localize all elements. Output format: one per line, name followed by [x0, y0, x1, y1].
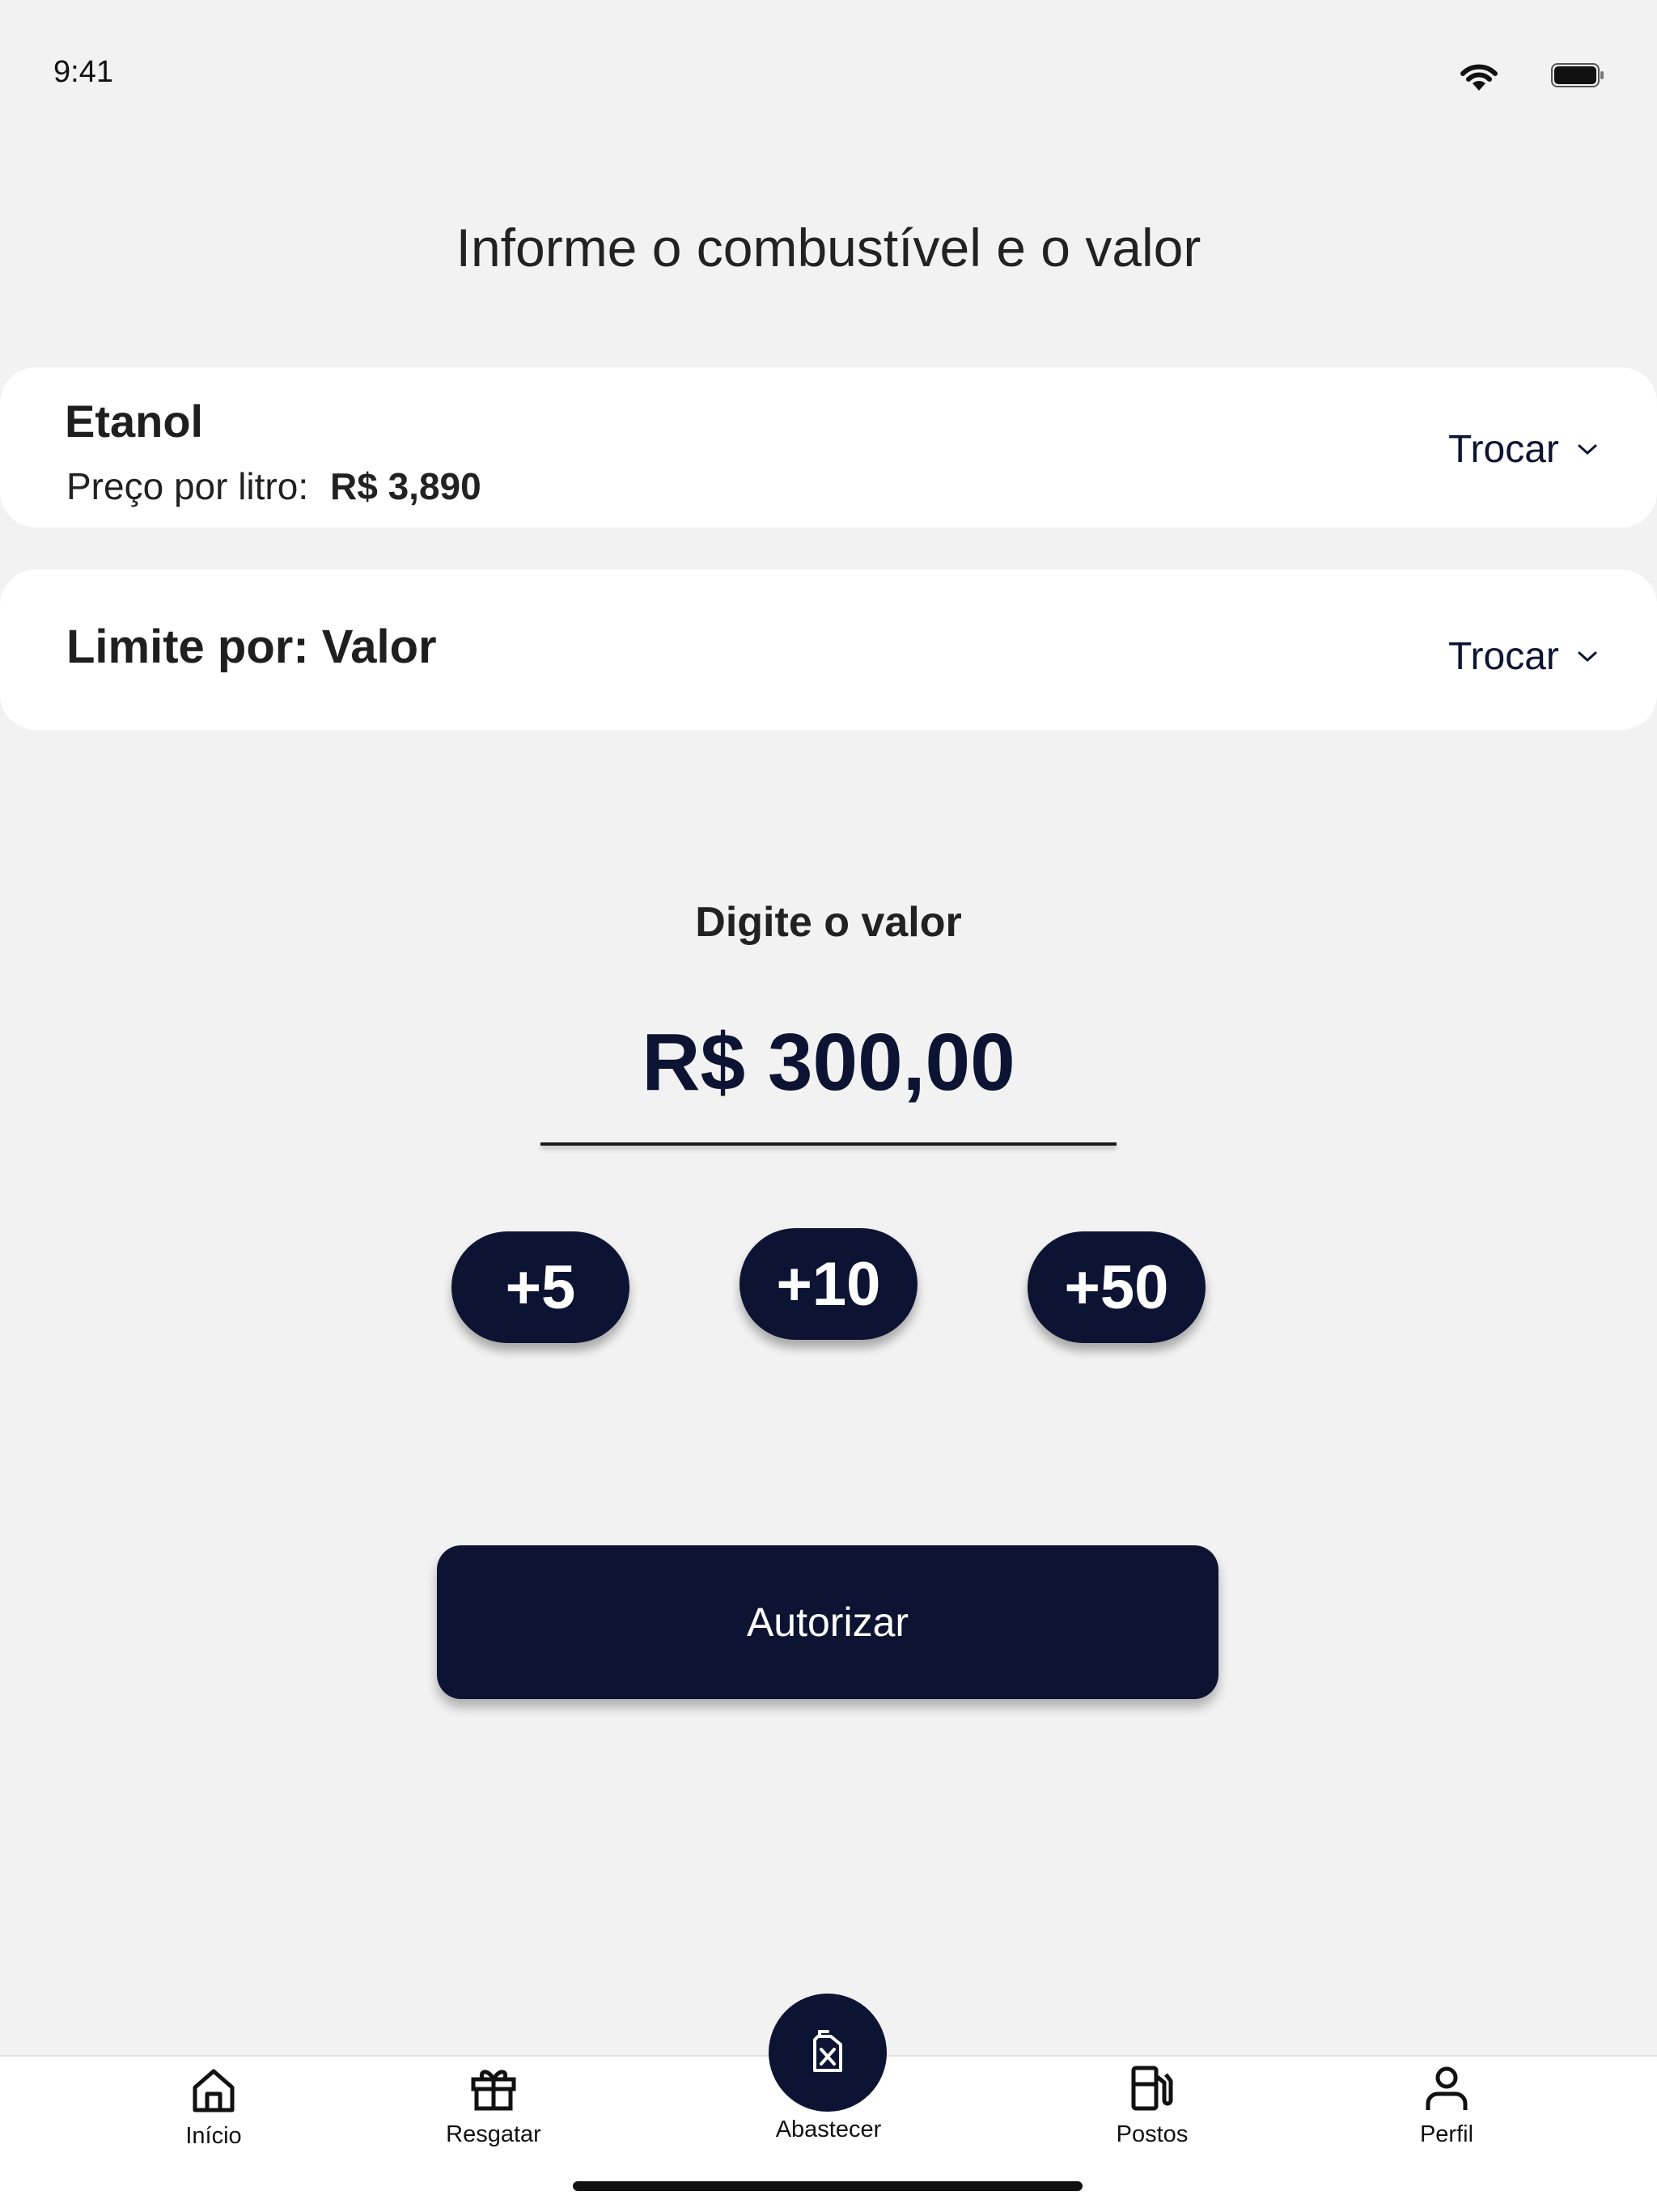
nav-label-resgatar: Resgatar: [446, 2121, 541, 2147]
amount-input[interactable]: R$ 300,00: [540, 1016, 1117, 1109]
price-per-liter-value: R$ 3,890: [330, 465, 481, 507]
battery-icon: [1551, 63, 1604, 87]
add-5-button[interactable]: +5: [451, 1231, 629, 1343]
add-50-button[interactable]: +50: [1028, 1231, 1206, 1343]
nav-item-perfil[interactable]: Perfil: [1366, 2063, 1528, 2148]
authorize-button[interactable]: Autorizar: [437, 1545, 1218, 1699]
nav-item-postos[interactable]: Postos: [1071, 2063, 1233, 2148]
swap-fuel-label: Trocar: [1448, 428, 1559, 471]
wifi-icon: [1460, 64, 1498, 91]
nav-item-inicio[interactable]: Início: [133, 2065, 295, 2150]
fuel-name: Etanol: [65, 396, 204, 447]
price-per-liter-label: Preço por litro:: [66, 465, 309, 507]
nav-label-inicio: Início: [185, 2123, 242, 2149]
status-time: 9:41: [53, 55, 113, 89]
swap-limit-label: Trocar: [1448, 635, 1559, 678]
gift-icon: [471, 2070, 516, 2111]
home-indicator: [573, 2181, 1083, 2191]
nav-item-resgatar[interactable]: Resgatar: [413, 2063, 574, 2148]
swap-limit-button[interactable]: Trocar: [1448, 634, 1598, 679]
add-10-button[interactable]: +10: [740, 1228, 917, 1340]
nav-label-perfil: Perfil: [1419, 2121, 1474, 2147]
page-title: Informe o combustível e o valor: [456, 218, 1201, 278]
nav-label-postos: Postos: [1116, 2121, 1189, 2147]
chevron-down-icon: [1578, 651, 1597, 661]
fuel-can-icon: [813, 2030, 842, 2072]
gas-station-icon: [1131, 2066, 1173, 2111]
limit-label: Limite por: Valor: [66, 621, 437, 673]
user-icon: [1426, 2066, 1468, 2110]
amount-underline: [540, 1142, 1117, 1146]
nav-label-abastecer: Abastecer: [775, 2117, 882, 2142]
amount-label: Digite o valor: [695, 899, 962, 946]
abastecer-fab[interactable]: [769, 1994, 887, 2112]
home-icon: [193, 2069, 235, 2112]
swap-fuel-button[interactable]: Trocar: [1448, 427, 1598, 472]
chevron-down-icon: [1578, 444, 1597, 454]
